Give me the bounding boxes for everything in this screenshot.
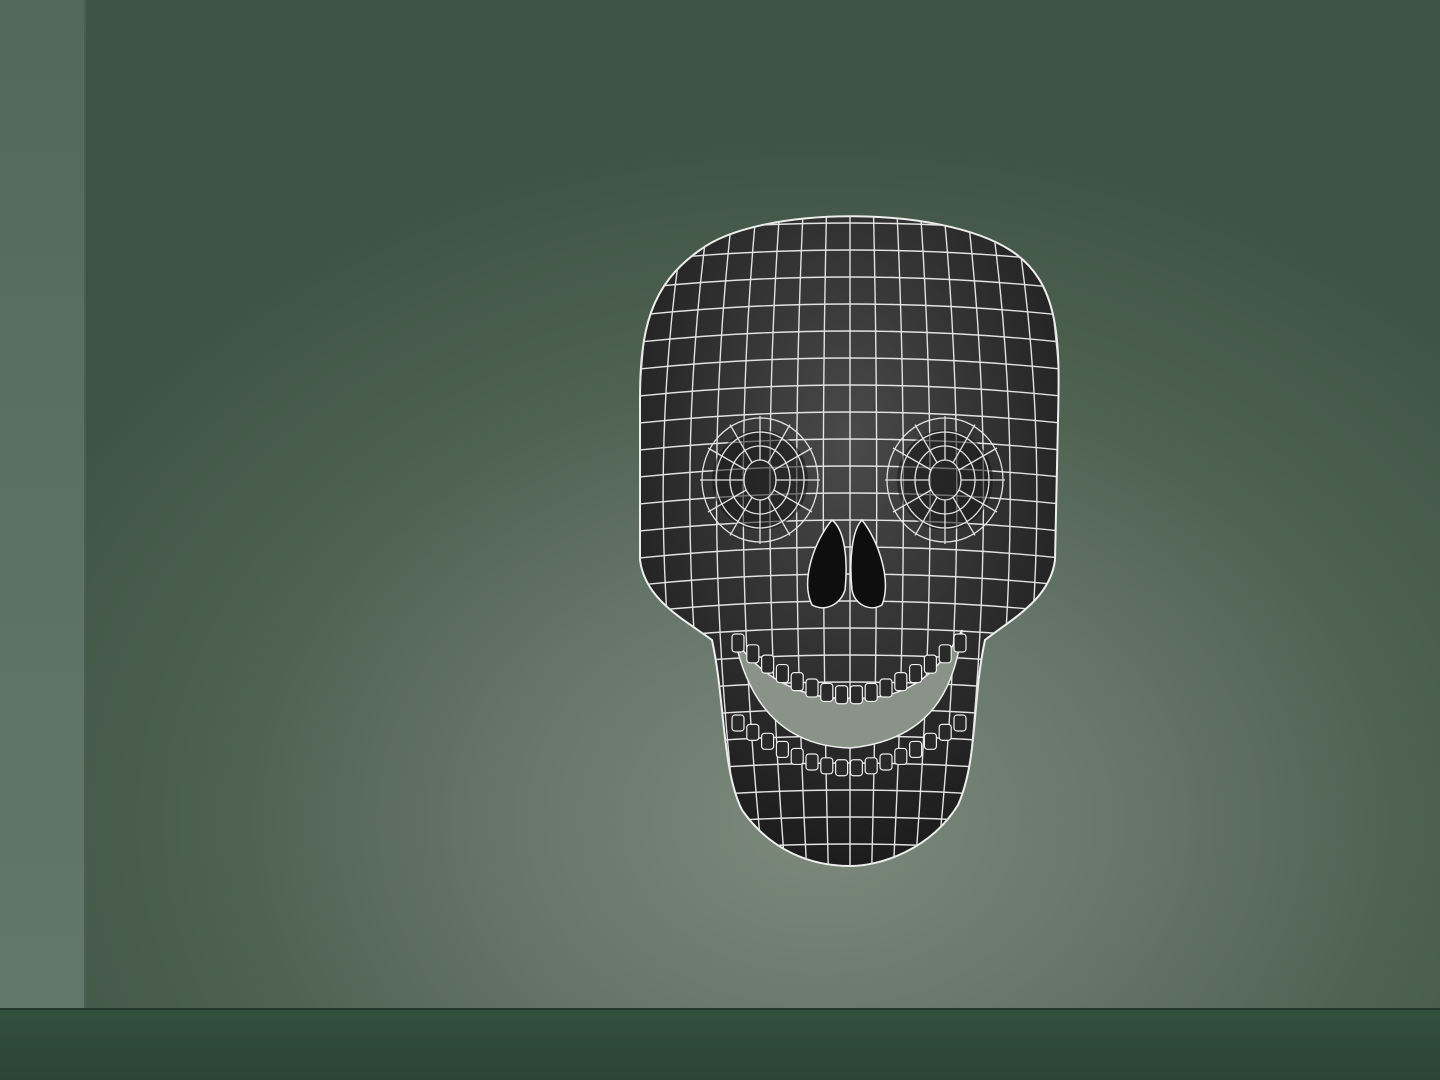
skull-model [639,215,1060,868]
skull-viewport[interactable] [0,0,1440,1080]
